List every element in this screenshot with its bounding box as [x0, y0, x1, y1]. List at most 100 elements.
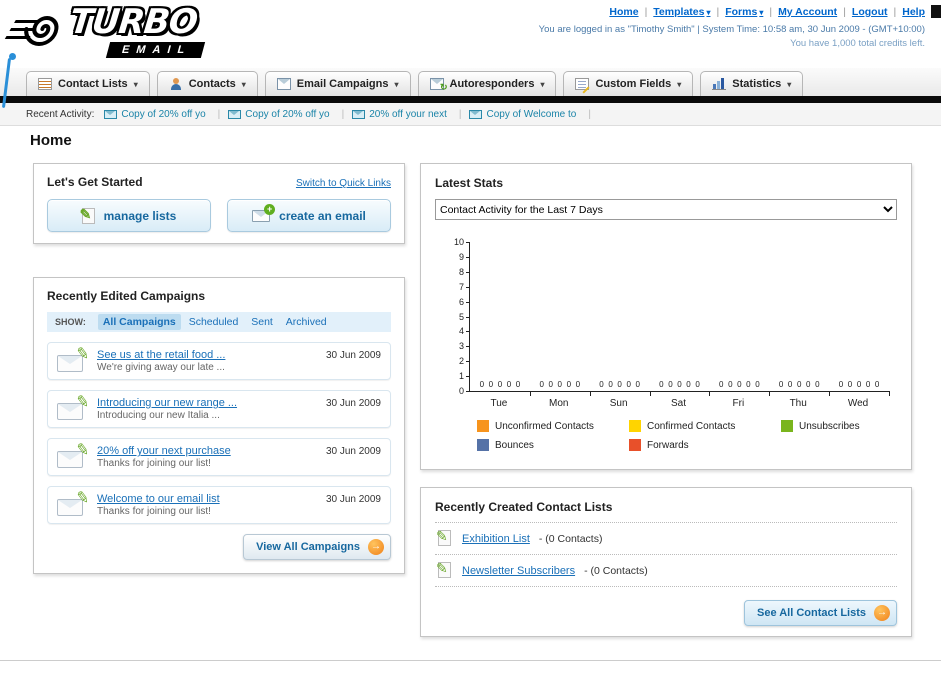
- see-all-contact-lists-button[interactable]: See All Contact Lists: [743, 600, 897, 626]
- top-link-item: Templates: [653, 6, 719, 18]
- create-email-button[interactable]: create an email: [227, 199, 391, 232]
- x-tick-mark: [769, 391, 771, 396]
- right-column: Latest Stats Contact Activity for the La…: [420, 163, 912, 637]
- nav-tab[interactable]: Autoresponders: [417, 71, 557, 96]
- contact-list-item[interactable]: Newsletter Subscribers - (0 Contacts): [435, 555, 897, 587]
- legend-entry: Bounces: [477, 439, 629, 451]
- top-link-item: Home: [609, 6, 647, 18]
- envelope-icon: [228, 109, 242, 119]
- campaigns-filter-bar: SHOW: All Campaigns Scheduled Sent Archi…: [47, 312, 391, 332]
- view-all-campaigns-button[interactable]: View All Campaigns: [243, 534, 391, 560]
- campaign-date: 30 Jun 2009: [325, 446, 381, 457]
- pencil-paper-icon: [436, 528, 453, 547]
- recently-edited-campaigns-panel: Recently Edited Campaigns SHOW: All Camp…: [33, 277, 405, 574]
- chevron-down-icon: [134, 78, 138, 90]
- campaign-title-link[interactable]: 20% off your next purchase: [97, 445, 317, 457]
- campaign-date: 30 Jun 2009: [325, 398, 381, 409]
- contact-list-item[interactable]: Exhibition List - (0 Contacts): [435, 523, 897, 555]
- top-link[interactable]: My Account: [778, 6, 837, 18]
- arrow-right-icon: [368, 539, 384, 555]
- x-tick-label: Thu: [789, 398, 807, 409]
- nav-tab[interactable]: Statistics: [700, 71, 804, 96]
- campaign-list-item[interactable]: Welcome to our email list Thanks for joi…: [47, 486, 391, 524]
- y-tick-mark: [466, 301, 470, 303]
- campaign-list-item[interactable]: See us at the retail food ... We're givi…: [47, 342, 391, 380]
- campaign-envelope-pencil-icon: [57, 398, 88, 420]
- campaign-filters: All Campaigns Scheduled Sent Archived: [97, 314, 332, 330]
- bar-value-labels: 00000: [778, 380, 820, 389]
- y-tick-label: 2: [458, 356, 464, 367]
- campaign-date: 30 Jun 2009: [325, 494, 381, 505]
- bar-value-labels: 00000: [479, 380, 521, 389]
- y-tick-mark: [466, 361, 470, 363]
- x-tick-label: Tue: [490, 398, 508, 409]
- y-tick-mark: [466, 331, 470, 333]
- nav-tab[interactable]: Contacts: [156, 71, 258, 96]
- campaign-title-link[interactable]: Introducing our new range ...: [97, 397, 317, 409]
- x-tick-mark: [829, 391, 831, 396]
- campaign-filter-tab[interactable]: All Campaigns: [97, 314, 181, 330]
- top-link[interactable]: Help: [902, 6, 925, 18]
- statistics-icon: [712, 78, 727, 90]
- campaign-filter-tab[interactable]: Sent: [246, 314, 278, 330]
- campaign-subtitle: We're giving away our late ...: [97, 362, 225, 373]
- y-tick-label: 3: [458, 341, 464, 352]
- top-link[interactable]: Home: [609, 6, 638, 18]
- contact-list-link[interactable]: Exhibition List: [462, 533, 530, 545]
- latest-stats-panel: Latest Stats Contact Activity for the La…: [420, 163, 912, 470]
- y-tick-label: 4: [458, 326, 464, 337]
- recent-activity-link[interactable]: 20% off your next: [369, 109, 447, 120]
- contact-lists-icon: [38, 78, 52, 90]
- x-tick-mark: [709, 391, 711, 396]
- recent-activity-link[interactable]: Copy of Welcome to: [486, 109, 576, 120]
- nav-tab-label: Statistics: [732, 78, 782, 90]
- campaign-filter-tab[interactable]: Archived: [281, 314, 332, 330]
- stats-period-select[interactable]: Contact Activity for the Last 7 Days: [435, 199, 897, 220]
- bar-value-labels: 00000: [838, 380, 880, 389]
- top-link[interactable]: Logout: [852, 6, 888, 18]
- manage-lists-button[interactable]: manage lists: [47, 199, 211, 232]
- bar-value-labels: 00000: [599, 380, 640, 389]
- pencil-paper-icon: [80, 206, 95, 224]
- left-column: Let's Get Started Switch to Quick Links …: [33, 163, 405, 574]
- campaign-list-item[interactable]: Introducing our new range ... Introducin…: [47, 390, 391, 428]
- nav-tab[interactable]: Email Campaigns: [264, 71, 411, 96]
- recent-activity-link[interactable]: Copy of 20% off yo: [121, 109, 205, 120]
- legend-entry: Unconfirmed Contacts: [477, 420, 629, 432]
- switch-quick-links-link[interactable]: Switch to Quick Links: [296, 178, 391, 189]
- nav-tab[interactable]: Custom Fields: [563, 71, 694, 96]
- campaign-title-link[interactable]: Welcome to our email list: [97, 493, 317, 505]
- campaigns-title: Recently Edited Campaigns: [47, 289, 206, 303]
- nav-tab-label: Email Campaigns: [296, 78, 389, 90]
- legend-swatch: [781, 420, 793, 432]
- top-link[interactable]: Templates: [653, 6, 710, 18]
- bar-value-labels: 00000: [539, 380, 581, 389]
- nav-tab-label: Custom Fields: [595, 78, 672, 90]
- nav-tab[interactable]: Contact Lists: [26, 71, 150, 96]
- top-link-item: Logout: [852, 6, 896, 18]
- x-tick-label: Wed: [847, 398, 869, 409]
- footer-divider: [0, 660, 941, 661]
- top-link[interactable]: Forms: [725, 6, 763, 18]
- campaign-list-item[interactable]: 20% off your next purchase Thanks for jo…: [47, 438, 391, 476]
- logo-title: TURBO: [67, 2, 199, 42]
- top-link-item: My Account: [778, 6, 846, 18]
- custom-fields-icon: [575, 78, 590, 90]
- nav-tab-label: Contacts: [188, 78, 236, 90]
- campaign-filter-tab[interactable]: Scheduled: [184, 314, 244, 330]
- x-tick-label: Fri: [732, 398, 745, 409]
- turbo-email-logo[interactable]: TURBO EMAIL: [4, 2, 280, 62]
- campaign-title-link[interactable]: See us at the retail food ...: [97, 349, 317, 361]
- login-info: You are logged in as "Timothy Smith" | S…: [538, 24, 925, 35]
- header-right: Home Templates Forms My Account: [539, 6, 925, 49]
- contact-list-link[interactable]: Newsletter Subscribers: [462, 565, 575, 577]
- recent-activity-label: Recent Activity:: [26, 108, 95, 120]
- envelope-plus-icon: [252, 203, 276, 222]
- recently-created-contact-lists-panel: Recently Created Contact Lists Exhibitio…: [420, 487, 912, 637]
- legend-label: Bounces: [495, 439, 534, 451]
- recent-activity-link[interactable]: Copy of 20% off yo: [245, 109, 329, 120]
- contact-list-count: - (0 Contacts): [538, 532, 603, 545]
- y-tick-mark: [466, 376, 470, 378]
- recent-activity-item: 20% off your next: [352, 109, 461, 120]
- y-tick-label: 5: [458, 311, 464, 322]
